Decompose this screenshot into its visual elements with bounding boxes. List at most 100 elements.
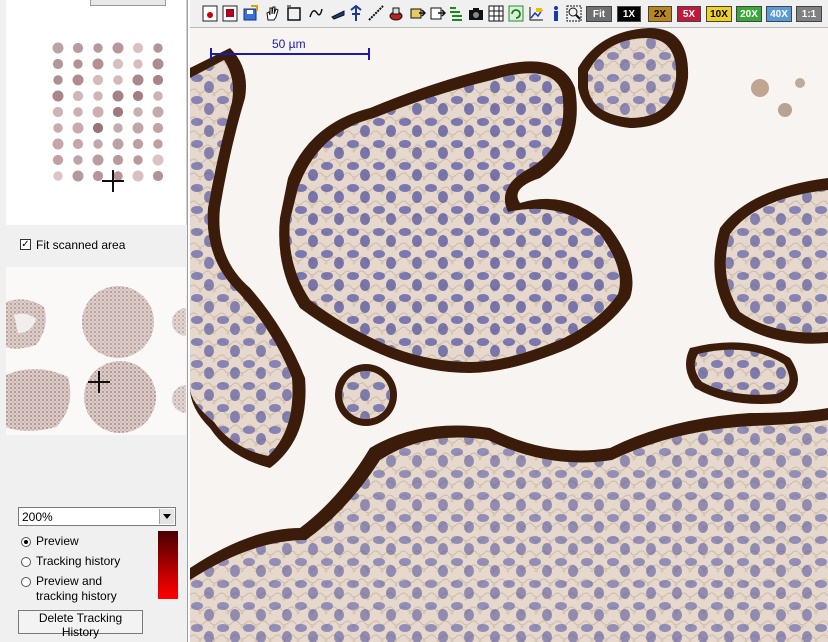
tissue-core[interactable] bbox=[112, 106, 124, 118]
zoom-1to1-button[interactable]: 1:1 bbox=[796, 6, 822, 22]
tissue-core[interactable] bbox=[52, 138, 64, 150]
tissue-core[interactable] bbox=[93, 139, 103, 149]
tissue-core[interactable] bbox=[132, 74, 144, 86]
tissue-core[interactable] bbox=[52, 154, 64, 166]
preview-radio[interactable] bbox=[21, 537, 31, 547]
chevron-down-icon[interactable] bbox=[159, 509, 174, 524]
tissue-core[interactable] bbox=[132, 122, 144, 134]
tissue-core[interactable] bbox=[112, 42, 124, 54]
tissue-core[interactable] bbox=[72, 138, 84, 150]
tissue-core[interactable] bbox=[72, 122, 84, 134]
tissue-core[interactable] bbox=[52, 106, 64, 118]
tissue-core[interactable] bbox=[92, 106, 104, 118]
detail-position-crosshair[interactable] bbox=[88, 371, 110, 393]
tissue-core[interactable] bbox=[92, 74, 104, 86]
tissue-core[interactable] bbox=[52, 58, 64, 70]
grid-icon[interactable] bbox=[488, 5, 504, 22]
info-icon[interactable] bbox=[548, 5, 564, 22]
tissue-core[interactable] bbox=[153, 91, 163, 101]
zoom-5x-button[interactable]: 5X bbox=[677, 6, 701, 22]
tissue-array-thumbnail[interactable] bbox=[36, 22, 166, 192]
tissue-core[interactable] bbox=[93, 91, 103, 101]
draw-icon[interactable] bbox=[308, 5, 324, 22]
tracking-history-radio[interactable] bbox=[21, 557, 31, 567]
tissue-core[interactable] bbox=[132, 138, 144, 150]
slide-viewer[interactable]: 50 µm bbox=[190, 28, 828, 642]
move-icon[interactable] bbox=[348, 5, 364, 22]
export-arrow-icon[interactable] bbox=[430, 5, 446, 22]
select-rectangle-icon[interactable] bbox=[286, 5, 302, 22]
stamp-icon[interactable] bbox=[388, 5, 404, 22]
export-icon[interactable] bbox=[410, 5, 426, 22]
ruler-icon[interactable] bbox=[368, 5, 384, 22]
tracking-history-radio-label: Tracking history bbox=[36, 554, 121, 568]
zoom-fit-icon[interactable] bbox=[566, 5, 582, 22]
tissue-core[interactable] bbox=[152, 122, 164, 134]
delete-tracking-history-button[interactable]: Delete Tracking History bbox=[18, 610, 143, 639]
tissue-core[interactable] bbox=[113, 75, 123, 85]
tissue-core[interactable] bbox=[72, 42, 84, 54]
tissue-core[interactable] bbox=[92, 58, 104, 70]
camera-icon[interactable] bbox=[468, 5, 484, 22]
tissue-core[interactable] bbox=[53, 75, 63, 85]
zoom-fit-button[interactable]: Fit bbox=[586, 6, 612, 22]
tissue-core[interactable] bbox=[152, 170, 164, 182]
save-icon[interactable] bbox=[242, 5, 258, 22]
tissue-core[interactable] bbox=[73, 59, 83, 69]
tissue-core[interactable] bbox=[152, 58, 164, 70]
tissue-core[interactable] bbox=[133, 155, 143, 165]
tissue-core[interactable] bbox=[52, 42, 64, 54]
zoom-1x-button[interactable]: 1X bbox=[617, 6, 641, 22]
overview-position-crosshair[interactable] bbox=[102, 170, 124, 192]
measure-icon[interactable] bbox=[330, 5, 346, 22]
preview-and-tracking-radio[interactable] bbox=[21, 577, 31, 587]
tracking-color-legend bbox=[158, 531, 178, 599]
refresh-icon[interactable] bbox=[508, 5, 524, 22]
tissue-core[interactable] bbox=[152, 106, 164, 118]
tissue-core[interactable] bbox=[113, 123, 123, 133]
tissue-core[interactable] bbox=[72, 170, 84, 182]
list-icon[interactable] bbox=[448, 5, 464, 22]
tissue-core[interactable] bbox=[92, 154, 104, 166]
tissue-core[interactable] bbox=[133, 59, 143, 69]
detail-navigator-image[interactable] bbox=[6, 267, 186, 435]
zoom-level-dropdown[interactable]: 200% bbox=[18, 507, 176, 526]
tissue-core[interactable] bbox=[132, 170, 144, 182]
tissue-core[interactable] bbox=[132, 42, 144, 54]
zoom-10x-button[interactable]: 10X bbox=[706, 6, 732, 22]
tissue-core[interactable] bbox=[92, 122, 104, 134]
tissue-core[interactable] bbox=[112, 58, 124, 70]
tissue-image[interactable] bbox=[190, 28, 828, 642]
tissue-core[interactable] bbox=[112, 138, 124, 150]
tissue-core[interactable] bbox=[132, 90, 144, 102]
slide-overview[interactable] bbox=[6, 0, 187, 225]
tissue-core[interactable] bbox=[93, 43, 103, 53]
tissue-core[interactable] bbox=[73, 107, 83, 117]
tissue-core[interactable] bbox=[73, 155, 83, 165]
zoom-40x-button[interactable]: 40X bbox=[766, 6, 792, 22]
tissue-core[interactable] bbox=[52, 90, 64, 102]
preview-radio-label: Preview bbox=[36, 534, 79, 548]
zoom-20x-button[interactable]: 20X bbox=[736, 6, 762, 22]
record-icon[interactable] bbox=[202, 5, 218, 22]
slide-label-area bbox=[90, 0, 166, 6]
tissue-core[interactable] bbox=[153, 139, 163, 149]
tissue-core[interactable] bbox=[72, 74, 84, 86]
tissue-core[interactable] bbox=[133, 107, 143, 117]
tissue-core[interactable] bbox=[112, 154, 124, 166]
tissue-core[interactable] bbox=[72, 90, 84, 102]
tissue-core[interactable] bbox=[53, 123, 63, 133]
stop-icon[interactable] bbox=[222, 5, 238, 22]
fit-scanned-area-label: Fit scanned area bbox=[36, 238, 126, 252]
chart-icon[interactable] bbox=[528, 5, 544, 22]
preview-and-tracking-radio-label-line2: tracking history bbox=[36, 589, 117, 603]
tissue-core[interactable] bbox=[153, 43, 163, 53]
zoom-2x-button[interactable]: 2X bbox=[648, 6, 672, 22]
tissue-core[interactable] bbox=[152, 154, 164, 166]
hand-pan-icon[interactable] bbox=[264, 5, 280, 22]
tissue-core[interactable] bbox=[152, 74, 164, 86]
tissue-core[interactable] bbox=[112, 90, 124, 102]
fit-scanned-area-checkbox[interactable]: ✓ bbox=[20, 239, 31, 250]
tissue-core[interactable] bbox=[53, 171, 63, 181]
detail-navigator[interactable] bbox=[6, 267, 186, 435]
